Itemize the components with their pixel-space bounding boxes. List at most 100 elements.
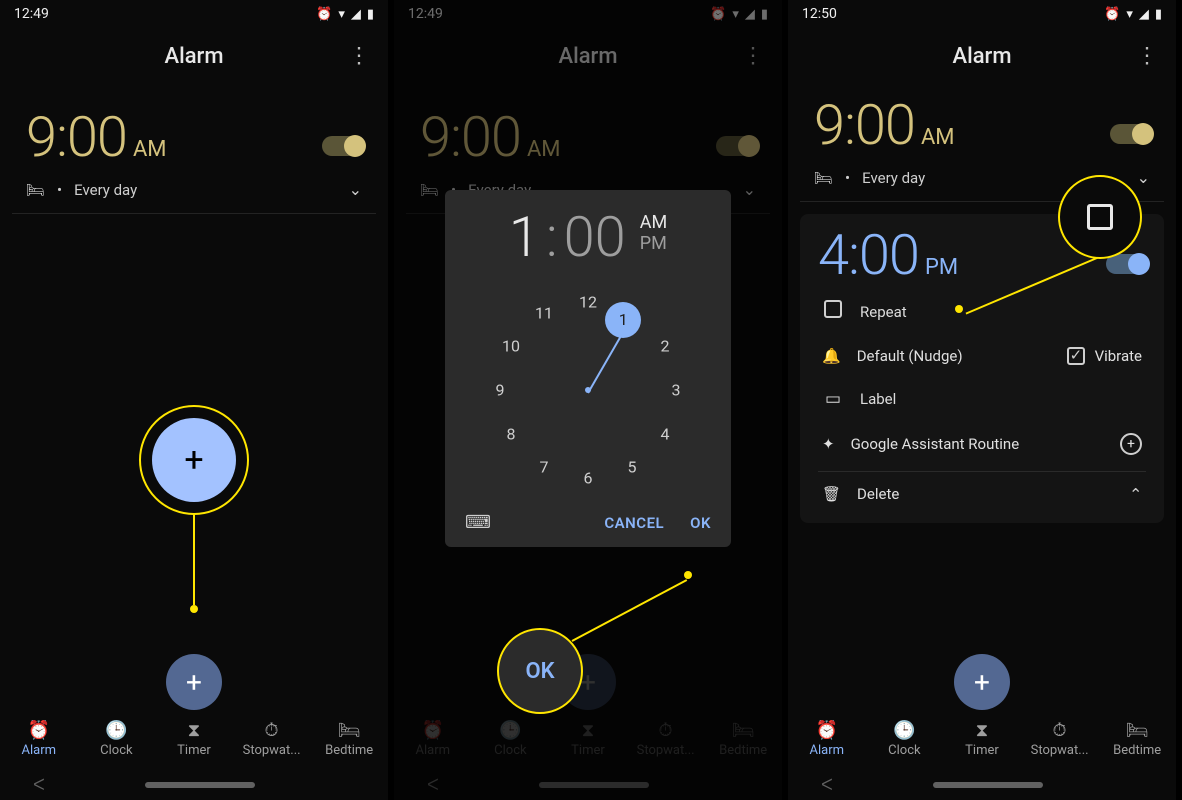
back-gesture-icon[interactable]: ᐸ (33, 775, 45, 794)
appbar: Alarm ⋮ (788, 28, 1176, 84)
nav-alarm[interactable]: ⏰Alarm (0, 720, 78, 758)
clock-num-4[interactable]: 4 (661, 425, 670, 444)
clock-num-10[interactable]: 10 (502, 337, 520, 356)
signal-icon: ◢ (1139, 7, 1149, 22)
label-row[interactable]: ▭ Label (818, 377, 1146, 421)
delete-button[interactable]: 🗑 Delete (822, 485, 899, 503)
nav-bedtime[interactable]: 🛏Bedtime (1098, 720, 1176, 758)
nav-timer[interactable]: ⧗Timer (549, 720, 627, 758)
clock-num-12[interactable]: 12 (579, 293, 597, 312)
nav-timer[interactable]: ⧗Timer (943, 720, 1021, 758)
clock-face[interactable]: 1 12 2 3 4 5 6 7 8 9 10 11 (478, 280, 698, 500)
bedtime-nav-icon: 🛏 (1126, 720, 1149, 741)
alarm-card[interactable]: 9:00AM Every day ⌄ (12, 96, 376, 214)
nav-alarm[interactable]: ⏰Alarm (788, 720, 866, 758)
home-pill[interactable] (145, 782, 255, 788)
battery-icon: ▮ (367, 7, 374, 22)
minute-value[interactable]: 00 (564, 204, 626, 270)
home-pill[interactable] (539, 782, 649, 788)
bedtime-nav-icon: 🛏 (732, 720, 755, 741)
nav-bedtime[interactable]: 🛏Bedtime (704, 720, 782, 758)
am-option[interactable]: AM (640, 212, 667, 233)
nav-alarm[interactable]: ⏰Alarm (394, 720, 472, 758)
alarm-schedule: Every day (862, 169, 925, 187)
alarm-time[interactable]: 9:00AM (814, 92, 955, 158)
repeat-row[interactable]: Repeat (818, 288, 1146, 335)
status-icons: ⏰ ▾ ◢ ▮ (316, 7, 374, 22)
selected-hour[interactable]: 1 (605, 302, 641, 338)
clock-num-9[interactable]: 9 (496, 381, 505, 400)
assistant-routine-row[interactable]: ✦ Google Assistant Routine + (818, 421, 1146, 467)
gesture-nav: ᐸ (788, 775, 1176, 794)
collapse-icon[interactable]: ⌄ (1129, 484, 1142, 503)
gesture-nav: ᐸ (0, 775, 388, 794)
add-routine-icon[interactable]: + (1120, 433, 1142, 455)
overflow-menu-icon[interactable]: ⋮ (742, 44, 764, 69)
clock-num-5[interactable]: 5 (628, 458, 637, 477)
highlight-checkbox-inner (1087, 204, 1113, 230)
wifi-icon: ▾ (1126, 7, 1133, 22)
expand-icon[interactable]: ⌄ (743, 180, 756, 199)
alarm-time[interactable]: 9:00AM (26, 104, 167, 170)
signal-icon: ◢ (745, 7, 755, 22)
alarm-toggle[interactable] (322, 136, 362, 156)
clock-num-11[interactable]: 11 (535, 304, 553, 323)
sound-vibrate-row: 🔔 Default (Nudge) Vibrate (818, 335, 1146, 377)
home-pill[interactable] (933, 782, 1043, 788)
clock-num-3[interactable]: 3 (672, 381, 681, 400)
wifi-icon: ▾ (732, 7, 739, 22)
overflow-menu-icon[interactable]: ⋮ (348, 44, 370, 69)
alarm-toggle[interactable] (1110, 124, 1150, 144)
bedtime-icon (26, 181, 45, 199)
pm-option[interactable]: PM (640, 233, 667, 254)
timer-icon: ⧗ (582, 720, 595, 741)
nav-timer[interactable]: ⧗Timer (155, 720, 233, 758)
highlight-connector-dot (684, 571, 692, 579)
plus-icon: + (186, 666, 202, 699)
alarm-icon: ⏰ (28, 720, 50, 741)
bedtime-icon (420, 181, 439, 199)
bottom-nav: ⏰Alarm 🕒Clock ⧗Timer ⏱Stopwat... 🛏Bedtim… (788, 708, 1176, 770)
ok-button[interactable]: OK (690, 514, 711, 532)
add-alarm-fab[interactable]: + (166, 654, 222, 710)
clock-num-2[interactable]: 2 (661, 337, 670, 356)
label-icon: ▭ (822, 389, 844, 409)
vibrate-checkbox[interactable] (1067, 347, 1085, 365)
alarm-time[interactable]: 4:00PM (818, 222, 958, 288)
overflow-menu-icon[interactable]: ⋮ (1136, 44, 1158, 69)
vibrate-option[interactable]: Vibrate (1067, 347, 1142, 365)
back-gesture-icon[interactable]: ᐸ (427, 775, 439, 794)
status-icons: ⏰ ▾ ◢ ▮ (1104, 7, 1162, 22)
nav-bedtime[interactable]: 🛏Bedtime (310, 720, 388, 758)
nav-clock[interactable]: 🕒Clock (472, 720, 550, 758)
cancel-button[interactable]: CANCEL (604, 514, 664, 532)
clock-num-7[interactable]: 7 (540, 458, 549, 477)
stopwatch-icon: ⏱ (265, 720, 279, 741)
add-alarm-fab[interactable]: + (954, 654, 1010, 710)
sound-option[interactable]: 🔔 Default (Nudge) (822, 347, 963, 365)
clock-num-6[interactable]: 6 (584, 469, 593, 488)
nav-clock[interactable]: 🕒Clock (78, 720, 156, 758)
timer-icon: ⧗ (188, 720, 201, 741)
nav-stopwatch[interactable]: ⏱Stopwat... (627, 720, 705, 758)
back-gesture-icon[interactable]: ᐸ (821, 775, 833, 794)
clock-num-8[interactable]: 8 (507, 425, 516, 444)
highlight-connector-line (193, 515, 195, 605)
alarm-schedule: Every day (74, 181, 137, 199)
highlight-fab-inner: + (152, 418, 236, 502)
nav-clock[interactable]: 🕒Clock (866, 720, 944, 758)
keyboard-input-icon[interactable]: ⌨ (465, 512, 491, 533)
expand-icon[interactable]: ⌄ (1137, 168, 1150, 187)
nav-stopwatch[interactable]: ⏱Stopwat... (1021, 720, 1099, 758)
nav-stopwatch[interactable]: ⏱Stopwat... (233, 720, 311, 758)
alarm-toggle[interactable] (716, 136, 756, 156)
repeat-checkbox[interactable] (824, 300, 842, 318)
app-title: Alarm (165, 44, 224, 69)
expand-icon[interactable]: ⌄ (349, 180, 362, 199)
stopwatch-icon: ⏱ (659, 720, 673, 741)
wifi-icon: ▾ (338, 7, 345, 22)
alarm-time[interactable]: 9:00AM (420, 104, 561, 170)
time-display: 1 : 00 AM PM (455, 204, 721, 270)
highlight-connector-dot (955, 305, 963, 313)
hour-value[interactable]: 1 (509, 204, 540, 270)
